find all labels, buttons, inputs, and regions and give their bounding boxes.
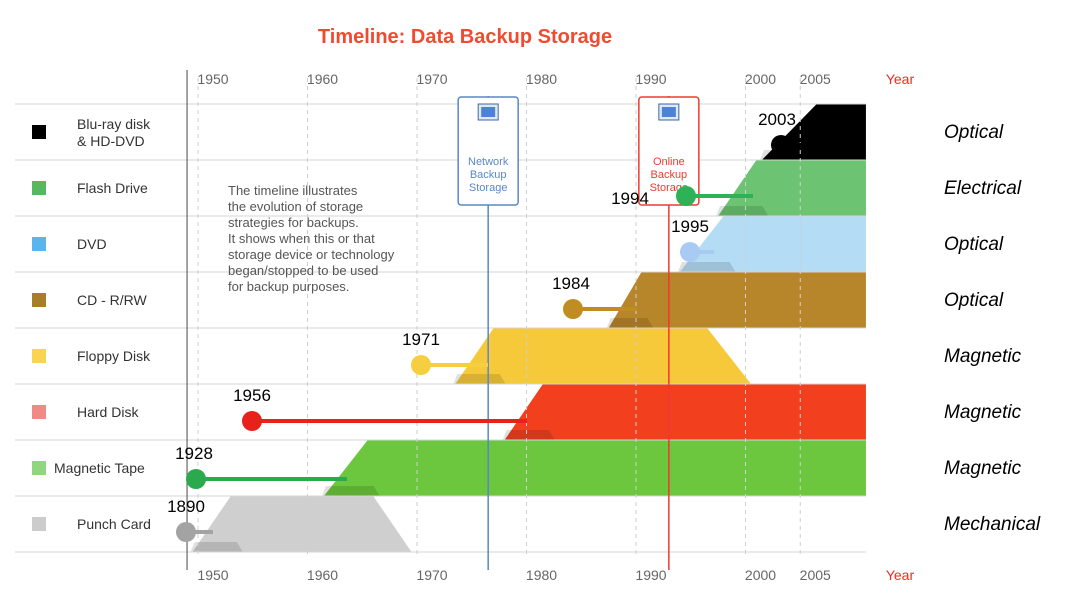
annotation-line: The timeline illustrates (228, 183, 358, 198)
top-tick-label: 1960 (307, 71, 338, 87)
annotation-line: for backup purposes. (228, 279, 349, 294)
milestone-label: Online (653, 156, 685, 168)
category-labels: Optical Electrical Optical Optical Magnetic M… (944, 122, 1041, 535)
band-shadow (759, 150, 829, 160)
row-label-blu-ray-disk-hd-dvd: & HD-DVD (77, 133, 145, 149)
row-labels: Blu-ray disk& HD-DVD Flash Drive DVD CD - R… (32, 116, 151, 532)
bottom-tick-label: 2005 (800, 567, 831, 583)
row-label-dvd: DVD (77, 236, 107, 252)
band-shadow (453, 374, 506, 384)
annotation-line: began/stopped to be used (228, 263, 378, 278)
invention-dot-cd-r-rw (563, 299, 583, 319)
band-shadow (677, 262, 736, 272)
band-shadow (321, 486, 380, 496)
annotation-note: The timeline illustratesthe evolution of… (228, 183, 395, 294)
top-tick-label: 2000 (745, 71, 776, 87)
category-optical: Optical (944, 290, 1004, 311)
category-magnetic: Magnetic (944, 402, 1022, 423)
invention-year-label: 1994 (611, 189, 649, 208)
invention-year-label: 1890 (167, 497, 205, 516)
top-tick-label: 1990 (635, 71, 666, 87)
top-tick-label: 1980 (526, 71, 557, 87)
band-shadow (502, 430, 555, 440)
invention-dot-hard-disk (242, 411, 262, 431)
invention-dot-floppy-disk (411, 355, 431, 375)
bottom-tick-label: 2000 (745, 567, 776, 583)
legend-swatch (32, 517, 46, 531)
annotation-line: It shows when this or that (228, 231, 375, 246)
bottom-tick-label: 1950 (197, 567, 228, 583)
band-magnetic-tape (323, 440, 866, 496)
annotation-line: the evolution of storage (228, 199, 363, 214)
milestone-label: Network (468, 156, 509, 168)
computer-screen-icon (661, 107, 676, 117)
bottom-tick-label: 1970 (416, 567, 447, 583)
milestone-label: Backup (470, 169, 507, 181)
invention-dot-magnetic-tape (186, 469, 206, 489)
category-magnetic: Magnetic (944, 458, 1022, 479)
invention-year-label: 1984 (552, 274, 590, 293)
row-label-hard-disk: Hard Disk (77, 404, 139, 420)
legend-swatch (32, 237, 46, 251)
band-shadow (716, 206, 769, 216)
invention-dot-blu-ray-disk-hd-dvd (771, 135, 791, 155)
legend-swatch (32, 461, 46, 475)
legend-swatch (32, 293, 46, 307)
bottom-axis-year-label: Year (886, 567, 915, 583)
legend-swatch (32, 349, 46, 363)
chart-title: Timeline: Data Backup Storage (318, 26, 612, 48)
legend-swatch (32, 125, 46, 139)
invention-dot-flash-drive (676, 186, 696, 206)
milestone-label: Backup (650, 169, 687, 181)
band-shadow (606, 318, 654, 328)
category-magnetic: Magnetic (944, 346, 1022, 367)
row-label-blu-ray-disk-hd-dvd: Blu-ray disk (77, 116, 151, 132)
invention-year-label: 1995 (671, 217, 709, 236)
annotation-line: storage device or technology (228, 247, 395, 262)
category-electrical: Electrical (944, 178, 1022, 199)
invention-year-label: 2003 (758, 110, 796, 129)
row-label-cd-r-rw: CD - R/RW (77, 292, 148, 308)
computer-screen-icon (481, 107, 496, 117)
bottom-tick-label: 1980 (526, 567, 557, 583)
category-optical: Optical (944, 234, 1004, 255)
top-tick-label: 1970 (416, 71, 447, 87)
row-label-flash-drive: Flash Drive (77, 180, 148, 196)
row-label-magnetic-tape: Magnetic Tape (54, 460, 145, 476)
category-optical: Optical (944, 122, 1004, 143)
bottom-tick-label: 1990 (635, 567, 666, 583)
invention-year-label: 1928 (175, 444, 213, 463)
annotation-line: strategies for backups. (228, 215, 359, 230)
invention-year-label: 1956 (233, 386, 271, 405)
invention-dot-dvd (680, 242, 700, 262)
milestone-label: Storage (469, 182, 508, 194)
top-tick-label: 1950 (197, 71, 228, 87)
category-mechanical: Mechanical (944, 514, 1041, 535)
row-label-floppy-disk: Floppy Disk (77, 348, 151, 364)
top-tick-label: 2005 (800, 71, 831, 87)
legend-swatch (32, 181, 46, 195)
top-axis-year-label: Year (886, 71, 915, 87)
bottom-tick-label: 1960 (307, 567, 338, 583)
invention-year-label: 1971 (402, 330, 440, 349)
row-label-punch-card: Punch Card (77, 516, 151, 532)
invention-dot-punch-card (176, 522, 196, 542)
timeline-chart: Timeline: Data Backup Storage Blu-ray di… (15, 26, 1041, 583)
band-hard-disk (504, 384, 866, 440)
legend-swatch (32, 405, 46, 419)
